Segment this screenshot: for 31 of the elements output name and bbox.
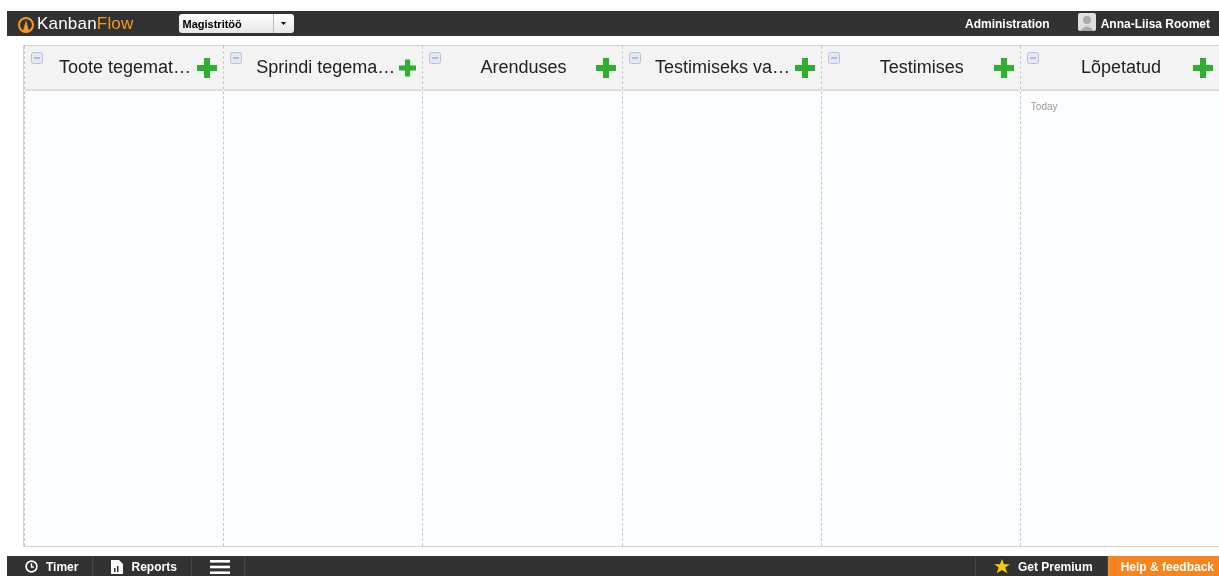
add-icon[interactable] — [399, 57, 417, 78]
column-title: Testimises — [878, 57, 965, 78]
menu-icon — [209, 559, 230, 574]
column-title: Sprindi tegema… — [256, 57, 396, 78]
star-icon — [993, 559, 1010, 574]
avatar-icon — [1077, 13, 1096, 31]
column-title: Arenduses — [479, 57, 568, 78]
collapse-icon[interactable] — [827, 52, 840, 64]
collapse-icon[interactable] — [429, 52, 442, 64]
add-icon[interactable] — [197, 57, 218, 78]
collapse-icon[interactable] — [628, 52, 641, 64]
reports-button[interactable]: Reports — [93, 556, 192, 576]
add-icon[interactable] — [993, 57, 1014, 78]
add-icon[interactable] — [595, 57, 616, 78]
add-icon[interactable] — [794, 57, 815, 78]
column-title: Testimiseks va… — [654, 57, 791, 78]
add-icon[interactable] — [1193, 57, 1213, 78]
timer-button[interactable]: Timer — [7, 556, 94, 576]
board-dropdown[interactable]: Magistritöö — [178, 14, 294, 33]
column-title: Toote tegemat… — [58, 57, 193, 78]
collapse-icon[interactable] — [31, 52, 43, 64]
caret-icon — [281, 22, 286, 25]
date-label: Today — [1030, 101, 1059, 112]
user-name[interactable]: Anna-Liisa Roomet — [1100, 16, 1210, 31]
column-title: Lõpetatud — [1079, 57, 1162, 78]
admin-link[interactable]: Administration — [965, 16, 1050, 31]
clock-icon — [25, 560, 38, 573]
logo[interactable]: KanbanFlow — [37, 13, 134, 34]
premium-button[interactable]: Get Premium — [974, 556, 1107, 576]
collapse-icon[interactable] — [1026, 52, 1039, 64]
collapse-icon[interactable] — [230, 52, 243, 64]
